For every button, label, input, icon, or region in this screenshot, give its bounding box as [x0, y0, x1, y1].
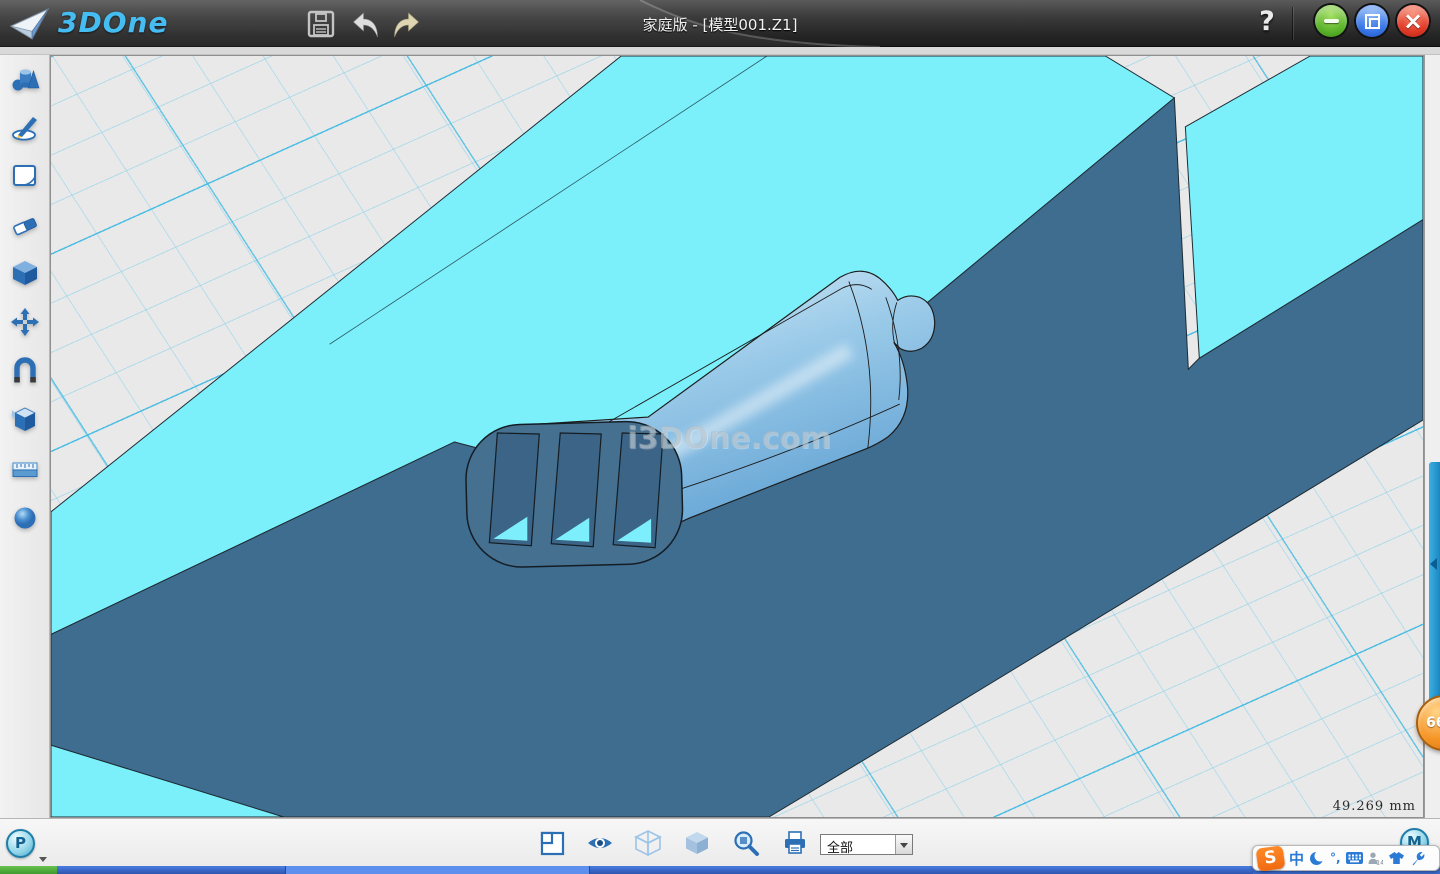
undo-icon[interactable]: [350, 9, 380, 39]
tool-sketch-plane-button[interactable]: [10, 161, 40, 191]
chinese-english-toggle[interactable]: 中: [1289, 848, 1304, 869]
viewport-3d[interactable]: i3DOne.com 49.269 mm: [50, 55, 1424, 818]
eraser-icon: [10, 210, 40, 240]
tool-magnet-button[interactable]: [10, 356, 40, 386]
wireframe-cube-icon: [633, 828, 663, 858]
user-profile-icon[interactable]: 14: [1368, 852, 1383, 865]
skin-shirt-icon[interactable]: [1388, 851, 1405, 865]
unfold-box-icon: [10, 405, 40, 435]
shaded-mode-button[interactable]: [682, 828, 712, 858]
visibility-eye-icon: [585, 828, 615, 858]
measurement-readout: 49.269 mm: [1306, 799, 1416, 814]
measure-ruler-icon: [10, 454, 40, 484]
zoom-button[interactable]: [731, 828, 761, 858]
view-plane-icon: [537, 828, 567, 858]
tool-unfold-box-button[interactable]: [10, 405, 40, 435]
floating-ball-count: 66: [1426, 715, 1440, 731]
close-icon: ×: [1403, 7, 1423, 35]
save-icon[interactable]: [306, 9, 336, 39]
watermark: i3DOne.com: [627, 421, 831, 456]
taskbar-window-fragment[interactable]: [285, 866, 590, 874]
viewport-scene: i3DOne.com: [51, 56, 1423, 817]
dropdown-arrow-icon[interactable]: [895, 835, 912, 854]
redo-icon[interactable]: [392, 9, 422, 39]
print-button[interactable]: [780, 828, 810, 858]
bottom-toolbar: P: [0, 818, 1440, 866]
shaded-cube-icon: [682, 828, 712, 858]
wireframe-mode-button[interactable]: [633, 828, 663, 858]
p-badge-caret[interactable]: [39, 857, 47, 862]
move-transform-icon: [10, 307, 40, 337]
sogou-logo-icon[interactable]: S: [1256, 845, 1286, 872]
ime-toolbar: S 中 °, 14: [1252, 845, 1440, 871]
paper-plane-icon: [8, 5, 52, 43]
night-mode-moon-icon[interactable]: [1309, 850, 1325, 866]
tool-sketch-button[interactable]: [10, 112, 40, 142]
material-sphere-icon: [10, 503, 40, 533]
tool-primitive-solids-button[interactable]: [10, 64, 40, 94]
window-frame-strip: [0, 47, 1440, 55]
minimize-button[interactable]: [1315, 5, 1347, 37]
help-button[interactable]: ?: [1252, 6, 1282, 40]
start-button-fragment[interactable]: [0, 866, 57, 874]
os-taskbar-edge: [0, 866, 1440, 874]
primitive-solids-icon: [10, 64, 40, 94]
punctuation-mode-icon[interactable]: °,: [1330, 851, 1341, 865]
collapse-left-icon: [1430, 558, 1437, 570]
zoom-search-icon: [731, 828, 761, 858]
print-icon: [780, 828, 810, 858]
close-button[interactable]: ×: [1397, 5, 1429, 37]
tool-feature-cube-button[interactable]: [10, 258, 40, 288]
titlebar-swoosh: [0, 0, 1440, 47]
p-badge-button[interactable]: P: [6, 829, 35, 858]
settings-wrench-icon[interactable]: [1410, 851, 1425, 866]
display-filter-value: 全部: [827, 837, 853, 856]
sketch-plane-icon: [10, 161, 40, 191]
minimize-icon: [1324, 19, 1339, 23]
restore-icon: [1369, 18, 1380, 29]
magnet-assembly-icon: [10, 356, 40, 386]
feature-cube-icon: [10, 258, 40, 288]
sketch-pencil-icon: [10, 112, 40, 142]
restore-button[interactable]: [1356, 5, 1388, 37]
soft-keyboard-icon[interactable]: [1346, 852, 1363, 864]
tool-eraser-button[interactable]: [10, 210, 40, 240]
view-plane-button[interactable]: [537, 828, 567, 858]
tool-material-button[interactable]: [10, 503, 40, 533]
application-window: 3DOne 家庭版 - [模型001.Z1] ? ×: [0, 0, 1440, 874]
tool-move-button[interactable]: [10, 307, 40, 337]
visibility-button[interactable]: [585, 828, 615, 858]
left-toolbar: [0, 55, 50, 818]
display-filter-dropdown[interactable]: 全部: [820, 834, 913, 855]
tool-measure-button[interactable]: [10, 454, 40, 484]
user-badge-count: 14: [1376, 858, 1383, 865]
app-brand: 3DOne: [58, 6, 168, 39]
title-bar: 3DOne 家庭版 - [模型001.Z1] ? ×: [0, 0, 1440, 47]
titlebar-separator: [1292, 7, 1293, 40]
